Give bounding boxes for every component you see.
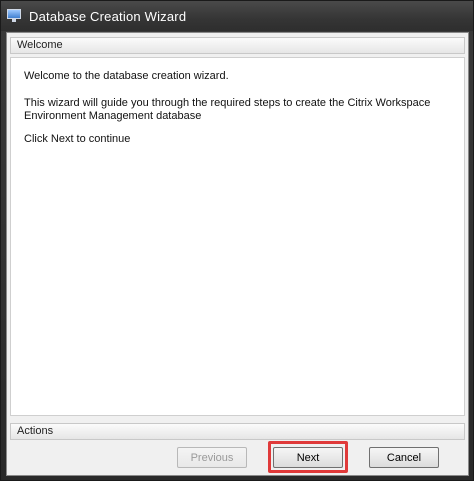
wizard-window: Database Creation Wizard Welcome Welcome…: [0, 0, 474, 481]
continue-instruction: Click Next to continue: [24, 133, 131, 145]
cancel-button[interactable]: Cancel: [369, 447, 439, 468]
welcome-section-header: Welcome: [10, 37, 465, 54]
previous-button[interactable]: Previous: [177, 447, 247, 468]
actions-section-header: Actions: [10, 423, 465, 440]
welcome-message: Welcome to the database creation wizard.: [24, 70, 229, 82]
welcome-content-panel: Welcome to the database creation wizard.…: [10, 57, 465, 416]
wizard-client-area: Welcome Welcome to the database creation…: [6, 32, 469, 476]
window-title: Database Creation Wizard: [29, 8, 187, 24]
title-bar[interactable]: Database Creation Wizard: [1, 1, 473, 31]
monitor-icon: [7, 9, 23, 23]
next-button[interactable]: Next: [273, 447, 343, 468]
actions-bar: Previous Next Cancel: [10, 441, 465, 473]
wizard-description: This wizard will guide you through the r…: [24, 97, 431, 122]
